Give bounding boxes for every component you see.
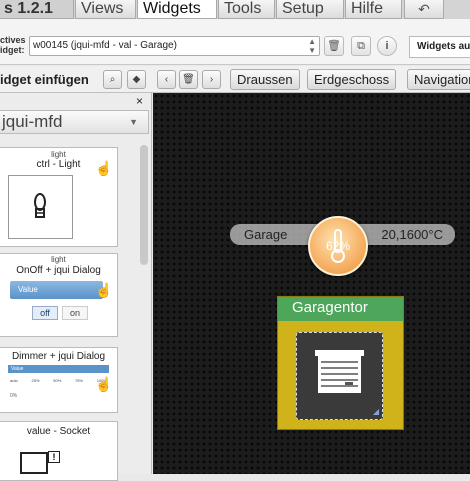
palette-scrollbar[interactable] [140,145,148,265]
active-widget-label: ctives idget: [0,35,26,55]
onoff-preview-value: Value [18,285,38,294]
dimmer-step: 50% [53,378,62,383]
chevron-left-icon: ‹ [164,74,169,85]
palette-card-value-socket[interactable]: value - Socket ! [0,421,118,481]
dimmer-zero: 0% [10,393,18,399]
dimmer-preview-value: Value [11,366,24,372]
socket-icon [20,452,48,474]
copy-widget-button[interactable]: ⧉ [351,36,371,56]
tab-views[interactable]: Views [75,0,136,19]
tab-tools[interactable]: Tools [218,0,275,19]
widgets-aus-label: Widgets aus [409,36,470,58]
insert-widget-title: idget einfügen [0,72,89,87]
card-title: OnOff + jqui Dialog [16,265,101,276]
dimmer-step: 25% [31,378,40,383]
info-icon: ! [48,451,60,463]
version-label: s 1.2.1 [0,0,74,19]
thermometer-badge: 62% [308,216,368,276]
undo-button[interactable]: ↶ [404,0,444,19]
light-preview [8,175,73,239]
value-widget-name: Garage [244,227,288,242]
garage-door-icon [315,350,364,393]
dimmer-steps: auto 25% 50% 75% 100% [10,378,107,386]
view-tab-erdgeschoss[interactable]: Erdgeschoss [307,69,397,90]
palette-card-onoff-dialog[interactable]: light OnOff + jqui Dialog Value off on ☝ [0,253,118,337]
delete-view-button[interactable]: 🗑 [179,70,198,89]
garage-door-button[interactable]: ◢ [296,332,383,420]
chevron-down-icon: ▼ [129,117,138,127]
view-canvas[interactable]: Garage 20,1600°C 62% Garagentor ◢ [153,93,470,474]
thermometer-percent: 62% [325,239,351,253]
dimmer-step: 75% [74,378,83,383]
light-bulb-icon [34,193,46,218]
card-title: Dimmer + jqui Dialog [11,351,106,362]
card-title: value - Socket [26,426,91,437]
garage-door-widget[interactable]: Garagentor ◢ [277,296,404,430]
off-button: off [32,306,58,320]
value-widget-value: 20,1600°C [381,227,443,242]
tab-widgets[interactable]: Widgets [137,0,217,19]
tab-hilfe[interactable]: Hilfe [345,0,402,19]
tag-filter-button[interactable]: ◆ [127,70,146,89]
copy-icon: ⧉ [357,40,365,52]
garage-title: Garagentor [278,297,403,321]
dimmer-step: auto [10,378,18,383]
widget-toolbar: ctives idget: w00145 (jqui-mfd - val - G… [0,19,470,65]
close-icon[interactable]: × [136,94,143,108]
on-button: on [62,306,88,320]
undo-icon: ↶ [418,1,430,17]
active-widget-select[interactable]: w00145 (jqui-mfd - val - Garage) ▲ ▼ [29,36,320,56]
info-icon: i [385,40,389,52]
tab-setup[interactable]: Setup [276,0,344,19]
main-menu-bar: s 1.2.1 Views Widgets Tools Setup Hilfe … [0,0,470,19]
chevron-right-icon: › [209,74,214,85]
select-arrows-icon: ▲ ▼ [308,37,316,55]
view-tab-draussen[interactable]: Draussen [230,69,300,90]
active-widget-value: w00145 (jqui-mfd - val - Garage) [33,40,177,51]
search-widget-button[interactable]: ⌕ [103,70,122,89]
onoff-preview-header: Value [10,281,103,299]
dimmer-preview-header: Value [8,365,109,373]
widget-set-value: jqui-mfd [2,112,63,131]
trash-icon: 🗑 [327,40,341,52]
active-widget-label-line1: ctives [0,35,26,45]
active-widget-label-line2: idget: [0,45,25,55]
search-icon: ⌕ [109,74,116,85]
card-tag: light [51,255,66,264]
scroll-left-button[interactable]: ‹ [157,70,176,89]
widget-palette: × jqui-mfd ▼ light ctrl - Light ☝ light … [0,93,152,481]
drag-hand-icon: ☝ [95,160,113,176]
view-tab-navigation[interactable]: Navigation [407,69,470,90]
widget-set-select[interactable]: jqui-mfd ▼ [0,110,149,134]
drag-hand-icon: ☝ [95,376,113,392]
delete-widget-button[interactable]: 🗑 [324,36,344,56]
palette-card-ctrl-light[interactable]: light ctrl - Light ☝ [0,147,118,247]
palette-card-dimmer-dialog[interactable]: Dimmer + jqui Dialog Value auto 25% 50% … [0,347,118,413]
trash-icon: 🗑 [182,74,195,85]
view-settings-button[interactable]: › [202,70,221,89]
drag-hand-icon: ☝ [95,282,113,298]
tag-icon: ◆ [132,74,141,85]
info-button[interactable]: i [377,36,397,56]
resize-handle-icon[interactable]: ◢ [373,407,379,416]
insert-view-row: idget einfügen ⌕ ◆ ‹ 🗑 › Draussen Erdges… [0,66,470,93]
